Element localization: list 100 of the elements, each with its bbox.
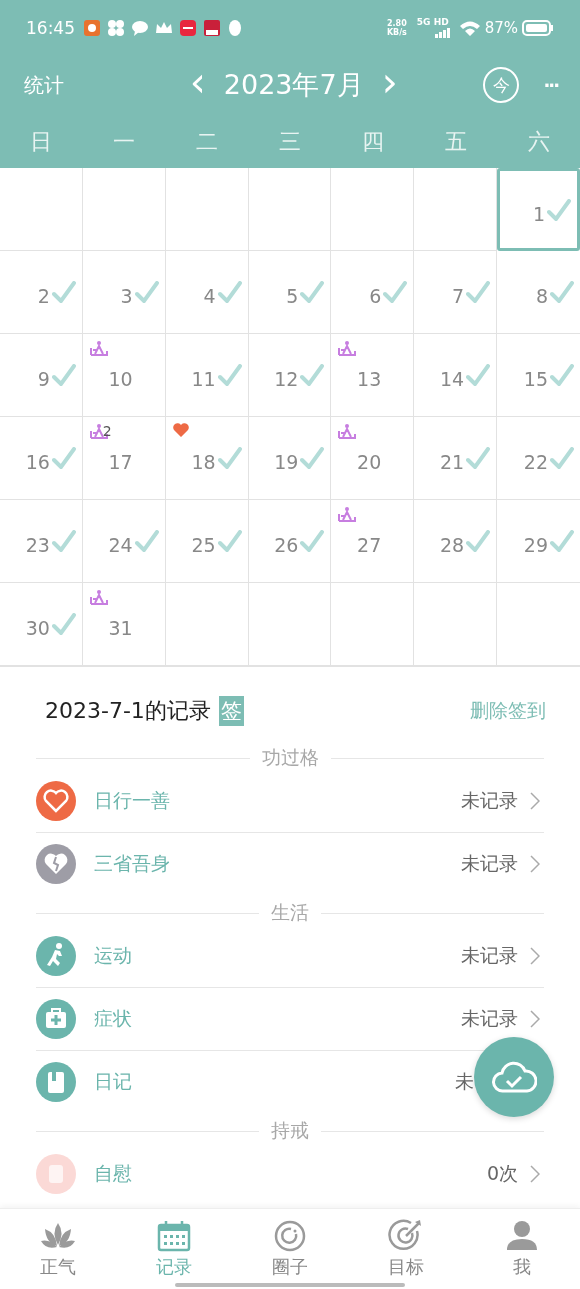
calendar-day[interactable]: 2 — [0, 251, 83, 334]
cloud-sync-button[interactable] — [474, 1037, 554, 1117]
section-title: 持戒 — [271, 1118, 309, 1143]
calendar-day[interactable]: 31 — [82, 583, 166, 666]
day-number: 26 — [274, 534, 299, 556]
nav-tab[interactable]: 圈子 — [232, 1209, 348, 1289]
day-number: 25 — [191, 534, 216, 556]
person-icon — [504, 1219, 540, 1253]
battery-percent: 87% — [484, 18, 518, 37]
calendar-day[interactable]: 6 — [331, 251, 415, 334]
day-number: 8 — [535, 285, 548, 307]
calendar-day[interactable]: 9 — [0, 334, 83, 417]
record-status: 未 — [455, 1069, 474, 1094]
day-number: 3 — [120, 285, 133, 307]
calendar-day[interactable]: 21 — [414, 417, 498, 500]
today-button[interactable]: 今 — [483, 67, 520, 103]
nav-tab[interactable]: 我 — [464, 1209, 580, 1289]
statistics-button[interactable]: 统计 — [24, 71, 64, 99]
record-status: 0次 — [486, 1161, 518, 1186]
record-label: 三省吾身 — [94, 851, 170, 876]
day-number: 11 — [191, 368, 216, 390]
weekday-label: 一 — [112, 127, 137, 156]
calendar-day[interactable]: 4 — [165, 251, 249, 334]
calendar-day[interactable]: 23 — [0, 500, 83, 583]
nav-tab[interactable]: 正气 — [0, 1209, 116, 1289]
day-number: 23 — [25, 534, 50, 556]
calendar-day[interactable]: 15 — [497, 334, 580, 417]
calendar-day[interactable]: 7 — [414, 251, 498, 334]
wifi-icon — [458, 19, 481, 36]
record-title: 2023-7-1的记录 — [45, 697, 211, 725]
calendar-day[interactable]: 11 — [165, 334, 249, 417]
previous-month-button[interactable]: ‹ — [189, 62, 206, 102]
day-number: 21 — [439, 451, 465, 473]
calendar-day[interactable]: 12 — [248, 334, 332, 417]
calendar-day[interactable]: 14 — [414, 334, 498, 417]
meditation-icon — [338, 506, 357, 522]
record-status: 未记录 — [461, 1006, 518, 1031]
day-number: 27 — [357, 534, 382, 556]
calendar-day[interactable]: 19 — [248, 417, 332, 500]
day-number: 19 — [274, 451, 299, 473]
record-status: 未记录 — [461, 851, 518, 876]
calendar-day[interactable]: 10 — [82, 334, 166, 417]
day-number: 5 — [286, 285, 299, 307]
calendar-day[interactable]: 18 — [165, 417, 249, 500]
signal-icon — [434, 27, 451, 38]
calendar-day[interactable]: 8 — [497, 251, 580, 334]
calendar-day[interactable]: 27 — [331, 500, 415, 583]
weekday-label: 三 — [278, 127, 302, 156]
network-type: 5G HD — [416, 16, 449, 27]
weekday-label: 六 — [526, 127, 551, 156]
weekday-label: 五 — [443, 127, 468, 156]
day-number: 16 — [25, 451, 50, 473]
calendar-day[interactable]: 22 — [497, 417, 580, 500]
calendar-day[interactable]: 5 — [248, 251, 332, 334]
status-time: 16:45 — [26, 17, 75, 38]
day-number: 15 — [523, 368, 548, 390]
count-label: 2 — [102, 423, 112, 439]
meditation-icon — [89, 340, 108, 356]
day-number: 9 — [37, 368, 50, 390]
day-number: 29 — [523, 534, 548, 556]
calendar-icon — [156, 1219, 192, 1253]
calendar-day[interactable]: 28 — [414, 500, 498, 583]
calendar-day[interactable]: 30 — [0, 583, 83, 666]
nav-tab[interactable]: 记录 — [116, 1209, 232, 1289]
day-number: 24 — [108, 534, 133, 556]
day-number: 10 — [108, 368, 133, 390]
day-number: 20 — [357, 451, 382, 473]
calendar-day[interactable]: 2 17 — [82, 417, 166, 500]
day-number: 1 — [532, 202, 545, 225]
calendar-day[interactable]: 24 — [82, 500, 166, 583]
record-label: 运动 — [94, 943, 132, 968]
record-label: 日记 — [94, 1069, 132, 1094]
day-number: 18 — [191, 451, 216, 473]
day-number: 6 — [369, 285, 382, 307]
calendar-day[interactable]: 16 — [0, 417, 83, 500]
day-number: 30 — [25, 617, 50, 639]
next-month-button[interactable]: › — [381, 62, 398, 102]
calendar-day[interactable]: 26 — [248, 500, 332, 583]
calendar-day[interactable]: 20 — [331, 417, 415, 500]
heart-icon — [172, 423, 189, 437]
ring-icon — [272, 1219, 308, 1253]
calendar-day[interactable]: 3 — [82, 251, 166, 334]
day-number: 4 — [203, 285, 216, 307]
calendar-day[interactable]: 25 — [165, 500, 249, 583]
meditation-icon — [89, 589, 108, 605]
nav-tab[interactable]: 目标 — [348, 1209, 464, 1289]
app-notification-icon — [203, 18, 221, 37]
calendar-day[interactable]: 1 — [497, 168, 580, 251]
chat-bubble-icon — [131, 18, 149, 37]
day-number: 2 — [37, 285, 50, 307]
weekday-label: 四 — [360, 127, 385, 156]
record-label: 日行一善 — [94, 788, 170, 813]
calendar-day[interactable]: 29 — [497, 500, 580, 583]
day-number: 28 — [439, 534, 465, 556]
app-notification-icon — [179, 18, 197, 37]
record-label: 症状 — [94, 1006, 132, 1031]
calendar-day[interactable]: 13 — [331, 334, 415, 417]
delete-sign-in-link[interactable]: 删除签到 — [470, 698, 546, 724]
more-button[interactable]: ··· — [543, 74, 558, 96]
day-number: 14 — [439, 368, 465, 390]
